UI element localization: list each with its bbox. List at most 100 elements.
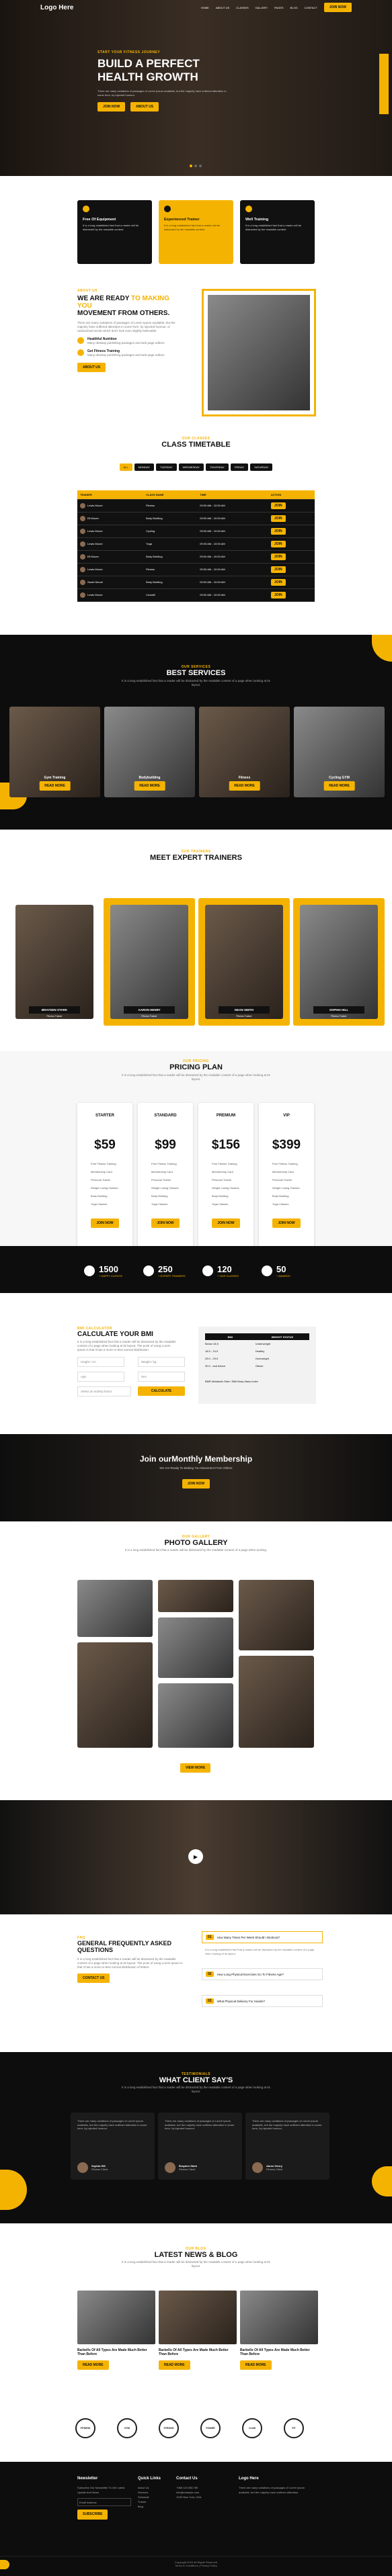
- trainer-cell: Eli Moore: [77, 550, 143, 563]
- service-readmore-button[interactable]: READ MORE: [134, 781, 165, 791]
- blog-post-title[interactable]: Barbells Of All Types Are Made Much Bett…: [77, 2348, 155, 2356]
- nav-link-pages[interactable]: PAGES: [274, 6, 284, 9]
- plan-join-button[interactable]: JOIN NOW: [91, 1218, 119, 1228]
- timetable-row: Eli Moore Body Building 09:00 AM - 10:00 A…: [77, 512, 315, 525]
- trainer-card[interactable]: BRAYDEN STARK Fitness Trainer: [9, 898, 100, 1026]
- blog-readmore-button[interactable]: READ MORE: [240, 2360, 272, 2370]
- faq-title-line2: QUESTIONS: [77, 1947, 114, 1953]
- join-class-button[interactable]: JOIN: [270, 502, 286, 509]
- play-icon[interactable]: ▶: [188, 1849, 203, 1864]
- partner-logo: FITNESS: [75, 2418, 95, 2438]
- footer-logo[interactable]: Logo Here: [239, 2477, 316, 2481]
- tab-thursday[interactable]: THURSDAY: [206, 463, 229, 471]
- gallery-image[interactable]: [158, 1683, 233, 1748]
- nav-link-classes[interactable]: CLASSES: [236, 6, 248, 9]
- join-class-button[interactable]: JOIN: [270, 578, 286, 586]
- nav-link-blog[interactable]: BLOG: [290, 6, 298, 9]
- nav-link-home[interactable]: HOME: [201, 6, 209, 9]
- plan-name: STANDARD: [154, 1114, 177, 1118]
- service-card-bodybuilding[interactable]: Bodybuilding READ MORE: [104, 707, 195, 797]
- activity-select[interactable]: Select an activity factor: [77, 1386, 131, 1396]
- blog-readmore-button[interactable]: READ MORE: [77, 2360, 109, 2370]
- join-class-button[interactable]: JOIN: [270, 527, 286, 535]
- counter-label: + EXPERT TRAINERS: [158, 1274, 186, 1278]
- gallery-view-more-button[interactable]: VIEW MORE: [180, 1763, 211, 1773]
- service-card-cycling[interactable]: Cycling GYM READ MORE: [294, 707, 385, 797]
- newsletter-email-input[interactable]: Email Address: [77, 2498, 131, 2506]
- nav-link-contact[interactable]: CONTACT: [305, 6, 317, 9]
- gallery-image[interactable]: [158, 1580, 233, 1612]
- feature-text: It is a long established fact that a rea…: [164, 224, 221, 231]
- join-class-button[interactable]: JOIN: [270, 515, 286, 522]
- blog-post-title[interactable]: Barbells Of All Types Are Made Much Bett…: [159, 2348, 237, 2356]
- site-logo[interactable]: Logo Here: [40, 4, 114, 11]
- action-cell: JOIN: [268, 512, 315, 525]
- tab-tuesday[interactable]: TUESDAY: [156, 463, 177, 471]
- hero-about-button[interactable]: ABOUT US: [130, 102, 159, 112]
- blog-readmore-button[interactable]: READ MORE: [159, 2360, 190, 2370]
- blog-card[interactable]: Barbells Of All Types Are Made Much Bett…: [159, 2291, 237, 2381]
- service-readmore-button[interactable]: READ MORE: [39, 781, 71, 791]
- service-readmore-button[interactable]: READ MORE: [323, 781, 355, 791]
- footer-newsletter-text: Subscribe Our Newsletter To Get Latest U…: [77, 2486, 125, 2494]
- service-readmore-button[interactable]: READ MORE: [229, 781, 260, 791]
- trainers-title: MEET EXPERT TRAINERS: [150, 854, 242, 862]
- tab-friday[interactable]: FRIDAY: [230, 463, 249, 471]
- about-button[interactable]: ABOUT US: [77, 363, 106, 372]
- nav-link-gallery[interactable]: GALLERY: [256, 6, 268, 9]
- trainer-card[interactable]: DEAN SMITH Fitness Trainer: [198, 898, 290, 1026]
- footer-link[interactable]: About Us: [138, 2485, 175, 2490]
- join-class-button[interactable]: JOIN: [270, 566, 286, 573]
- tab-all[interactable]: ALL: [119, 463, 132, 471]
- nav-link-about[interactable]: ABOUT US: [216, 6, 229, 9]
- plan-feature: Membership Card: [151, 1170, 173, 1173]
- tab-saturday[interactable]: SATURDAY: [250, 463, 273, 471]
- tab-wednesday[interactable]: WEDNESDAY: [178, 463, 204, 471]
- age-input[interactable]: Age: [77, 1372, 124, 1382]
- footer-link[interactable]: Blog: [138, 2504, 175, 2509]
- hero-join-button[interactable]: JOIN NOW: [97, 102, 126, 112]
- testimonial-text: There are many variations of passages of…: [165, 2119, 235, 2130]
- height-input[interactable]: Height / cm: [77, 1357, 124, 1367]
- footer-link[interactable]: Trainer: [138, 2499, 175, 2504]
- trainer-card[interactable]: AARON HENRY Fitness Trainer: [104, 898, 195, 1026]
- faq-contact-button[interactable]: CONTACT US: [77, 1973, 110, 1983]
- calculate-button[interactable]: CALCULATE: [138, 1386, 185, 1396]
- gallery-image[interactable]: [239, 1656, 314, 1748]
- hero-title-line2: HEALTH GROWTH: [97, 71, 198, 83]
- faq-item-open[interactable]: 01 How Many Times Per Week Should I Worko…: [202, 1931, 323, 1943]
- service-card-fitness[interactable]: Fitness READ MORE: [199, 707, 290, 797]
- plan-join-button[interactable]: JOIN NOW: [272, 1218, 301, 1228]
- gallery-image[interactable]: [239, 1580, 314, 1650]
- weight-input[interactable]: Weight / kg: [138, 1357, 185, 1367]
- sex-select[interactable]: Sex: [138, 1372, 185, 1382]
- service-card-gym[interactable]: Gym Training READ MORE: [9, 707, 100, 797]
- join-class-button[interactable]: JOIN: [270, 591, 286, 598]
- faq-item[interactable]: 03 What Physical Delivery For Hassle?: [202, 1995, 323, 2007]
- subscribe-button[interactable]: SUBSCRIBE: [77, 2510, 108, 2520]
- membership-join-button[interactable]: JOIN NOW: [182, 1479, 210, 1489]
- plan-name: STARTER: [95, 1114, 114, 1118]
- footer-link[interactable]: Services: [138, 2490, 175, 2495]
- nav-join-button[interactable]: JOIN NOW: [323, 3, 352, 12]
- trainer-card[interactable]: SOPHIA HILL Fitness Trainer: [293, 898, 385, 1026]
- decorative-circle: [0, 2170, 27, 2210]
- join-class-button[interactable]: JOIN: [270, 540, 286, 547]
- tab-monday[interactable]: MONDAY: [134, 463, 154, 471]
- plan-join-button[interactable]: JOIN NOW: [151, 1218, 180, 1228]
- plan-join-button[interactable]: JOIN NOW: [212, 1218, 240, 1228]
- join-class-button[interactable]: JOIN: [270, 553, 286, 560]
- timetable-title: CLASS TIMETABLE: [161, 441, 231, 449]
- gallery-image[interactable]: [77, 1580, 153, 1637]
- footer-legal-links[interactable]: Terms & Conditions | Privacy Policy: [0, 2564, 392, 2567]
- footer-link[interactable]: Schedule: [138, 2495, 175, 2499]
- blog-card[interactable]: Barbells Of All Types Are Made Much Bett…: [77, 2291, 155, 2381]
- gallery-image[interactable]: [158, 1617, 233, 1678]
- plan-feature: Personal Trainer: [212, 1178, 232, 1182]
- blog-post-title[interactable]: Barbells Of All Types Are Made Much Bett…: [240, 2348, 318, 2356]
- hero-slider-dots[interactable]: [190, 165, 202, 167]
- gallery-image[interactable]: [77, 1642, 153, 1748]
- blog-card[interactable]: Barbells Of All Types Are Made Much Bett…: [240, 2291, 318, 2381]
- bmi-title: CALCULATE YOUR BMI: [77, 1331, 153, 1338]
- faq-item[interactable]: 02 How Long Physical Exercises Go To Fitn…: [202, 1968, 323, 1980]
